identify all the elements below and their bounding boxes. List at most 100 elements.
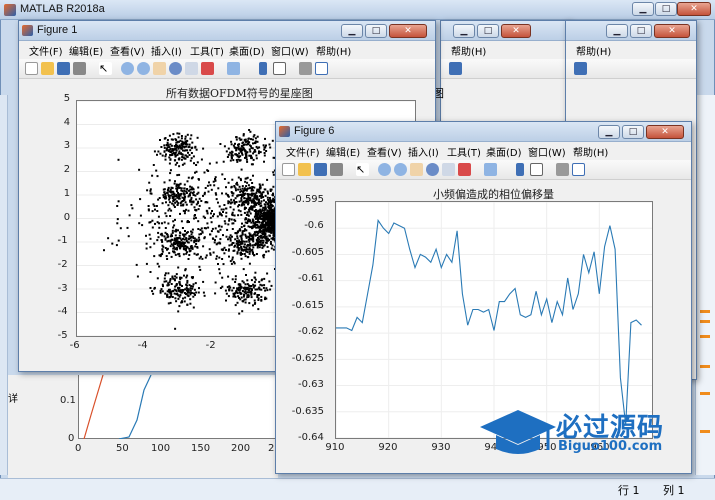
graduation-cap-icon (480, 410, 556, 454)
scatter-point (178, 183, 181, 186)
menu-file[interactable]: 文件(F) (29, 43, 63, 58)
menu-tools[interactable]: 工具(T) (447, 144, 481, 159)
figure6-axes[interactable] (335, 201, 653, 439)
close-button[interactable]: ✕ (654, 24, 690, 38)
scatter-point (248, 262, 251, 265)
new-figure-icon[interactable] (25, 62, 38, 75)
scatter-point (159, 139, 161, 141)
menu-view[interactable]: 查看(V) (110, 43, 145, 58)
colorbar-icon[interactable] (516, 163, 524, 176)
menu-view[interactable]: 查看(V) (367, 144, 402, 159)
maximize-button[interactable]: □ (477, 24, 499, 38)
link-icon[interactable] (227, 62, 240, 75)
x-tick-label: -4 (137, 340, 148, 351)
brush-icon[interactable] (201, 62, 214, 75)
zoom-in-icon[interactable] (121, 62, 134, 75)
scatter-point (246, 160, 249, 163)
menu-window[interactable]: 窗口(W) (271, 43, 309, 58)
hide-tools-icon[interactable] (556, 163, 569, 176)
rotate-icon[interactable] (169, 62, 182, 75)
legend-icon[interactable] (273, 62, 286, 75)
scatter-point (153, 287, 156, 290)
zoom-out-icon[interactable] (394, 163, 407, 176)
scatter-point (170, 235, 172, 238)
scatter-point (162, 285, 164, 288)
menu-window[interactable]: 窗口(W) (528, 144, 566, 159)
menu-file[interactable]: 文件(F) (286, 144, 320, 159)
data-cursor-icon[interactable] (442, 163, 455, 176)
save-icon[interactable] (57, 62, 70, 75)
scatter-point (238, 312, 241, 315)
scatter-point (233, 185, 236, 187)
scatter-point (266, 245, 269, 248)
menu-help[interactable]: 帮助(H) (573, 144, 608, 159)
maximize-button[interactable]: □ (622, 125, 644, 139)
pointer-icon[interactable]: ↖ (99, 62, 112, 75)
scatter-point (222, 263, 225, 266)
scatter-point (261, 284, 263, 287)
scatter-point (164, 197, 167, 200)
scatter-point (240, 168, 243, 171)
colorbar-icon[interactable] (259, 62, 267, 75)
menu-tools[interactable]: 工具(T) (190, 43, 224, 58)
legend-icon[interactable] (530, 163, 543, 176)
close-button[interactable]: ✕ (501, 24, 531, 38)
menu-edit[interactable]: 编辑(E) (69, 43, 103, 58)
print-icon[interactable] (73, 62, 86, 75)
scatter-point (210, 212, 212, 215)
tool-icon[interactable] (574, 62, 587, 75)
scatter-point (241, 230, 244, 233)
data-cursor-icon[interactable] (185, 62, 198, 75)
minimize-button[interactable]: ▁ (632, 2, 654, 16)
pan-icon[interactable] (153, 62, 166, 75)
menu-help[interactable]: 帮助(H) (576, 43, 611, 58)
minimize-button[interactable]: ▁ (341, 24, 363, 38)
show-tools-icon[interactable] (572, 163, 585, 176)
scatter-point (178, 195, 181, 198)
maximize-button[interactable]: □ (630, 24, 652, 38)
zoom-out-icon[interactable] (137, 62, 150, 75)
print-icon[interactable] (330, 163, 343, 176)
scatter-point (190, 233, 193, 236)
open-file-icon[interactable] (298, 163, 311, 176)
minimize-button[interactable]: ▁ (606, 24, 628, 38)
scatter-point (117, 239, 120, 242)
menu-desktop[interactable]: 桌面(D) (486, 144, 522, 159)
scatter-point (249, 243, 252, 246)
maximize-button[interactable]: □ (365, 24, 387, 38)
tool-icon[interactable] (449, 62, 462, 75)
minimize-button[interactable]: ▁ (598, 125, 620, 139)
menu-insert[interactable]: 插入(I) (408, 144, 439, 159)
scatter-point (176, 244, 179, 246)
hide-tools-icon[interactable] (299, 62, 312, 75)
menu-help[interactable]: 帮助(H) (316, 43, 351, 58)
show-tools-icon[interactable] (315, 62, 328, 75)
close-button[interactable]: ✕ (677, 2, 711, 16)
rotate-icon[interactable] (426, 163, 439, 176)
open-file-icon[interactable] (41, 62, 54, 75)
close-button[interactable]: ✕ (646, 125, 684, 139)
close-button[interactable]: ✕ (389, 24, 427, 38)
pointer-icon[interactable]: ↖ (356, 163, 369, 176)
scatter-point (167, 222, 170, 225)
minimize-button[interactable]: ▁ (453, 24, 475, 38)
brush-icon[interactable] (458, 163, 471, 176)
new-figure-icon[interactable] (282, 163, 295, 176)
scatter-point (249, 226, 252, 229)
maximize-button[interactable]: □ (655, 2, 677, 16)
scatter-point (170, 243, 173, 246)
zoom-in-icon[interactable] (378, 163, 391, 176)
scatter-point (249, 178, 252, 181)
scatter-point (166, 293, 169, 296)
menu-help[interactable]: 帮助(H) (451, 43, 486, 58)
save-icon[interactable] (314, 163, 327, 176)
menu-desktop[interactable]: 桌面(D) (229, 43, 265, 58)
scatter-point (174, 147, 177, 150)
link-icon[interactable] (484, 163, 497, 176)
scatter-point (231, 151, 234, 154)
menu-edit[interactable]: 编辑(E) (326, 144, 360, 159)
scatter-point (271, 208, 274, 211)
pan-icon[interactable] (410, 163, 423, 176)
menu-insert[interactable]: 插入(I) (151, 43, 182, 58)
scatter-point (231, 256, 234, 259)
